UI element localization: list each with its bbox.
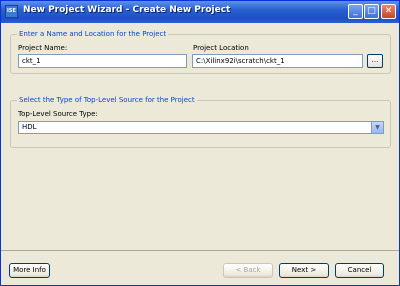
separator — [1, 250, 399, 251]
app-icon: ISE — [5, 5, 18, 18]
source-type-group-legend: Select the Type of Top-Level Source for … — [17, 96, 197, 104]
location-group-legend: Enter a Name and Location for the Projec… — [17, 30, 169, 38]
back-button[interactable]: < Back — [223, 263, 273, 278]
minimize-button[interactable]: _ — [348, 4, 363, 19]
browse-button[interactable]: ... — [367, 54, 383, 68]
next-button[interactable]: Next > — [279, 263, 329, 278]
source-type-value: HDL — [22, 123, 37, 131]
window-title: New Project Wizard - Create New Project — [23, 5, 231, 15]
project-location-field[interactable]: C:\Xilinx92i\scratch\ckt_1 — [192, 54, 363, 68]
cancel-button[interactable]: Cancel — [335, 263, 384, 278]
project-name-label: Project Name: — [18, 44, 68, 52]
wizard-window: ISE New Project Wizard - Create New Proj… — [0, 0, 400, 286]
maximize-button[interactable]: □ — [364, 4, 379, 19]
project-location-label: Project Location — [193, 44, 249, 52]
source-type-label: Top-Level Source Type: — [18, 110, 98, 118]
more-info-button[interactable]: More Info — [9, 263, 50, 278]
project-name-field[interactable]: ckt_1 — [18, 54, 187, 68]
title-bar[interactable]: ISE New Project Wizard - Create New Proj… — [1, 1, 399, 23]
close-button[interactable]: ✕ — [381, 4, 396, 19]
chevron-down-icon[interactable]: ▼ — [371, 122, 383, 133]
source-type-select[interactable]: HDL ▼ — [18, 121, 384, 134]
